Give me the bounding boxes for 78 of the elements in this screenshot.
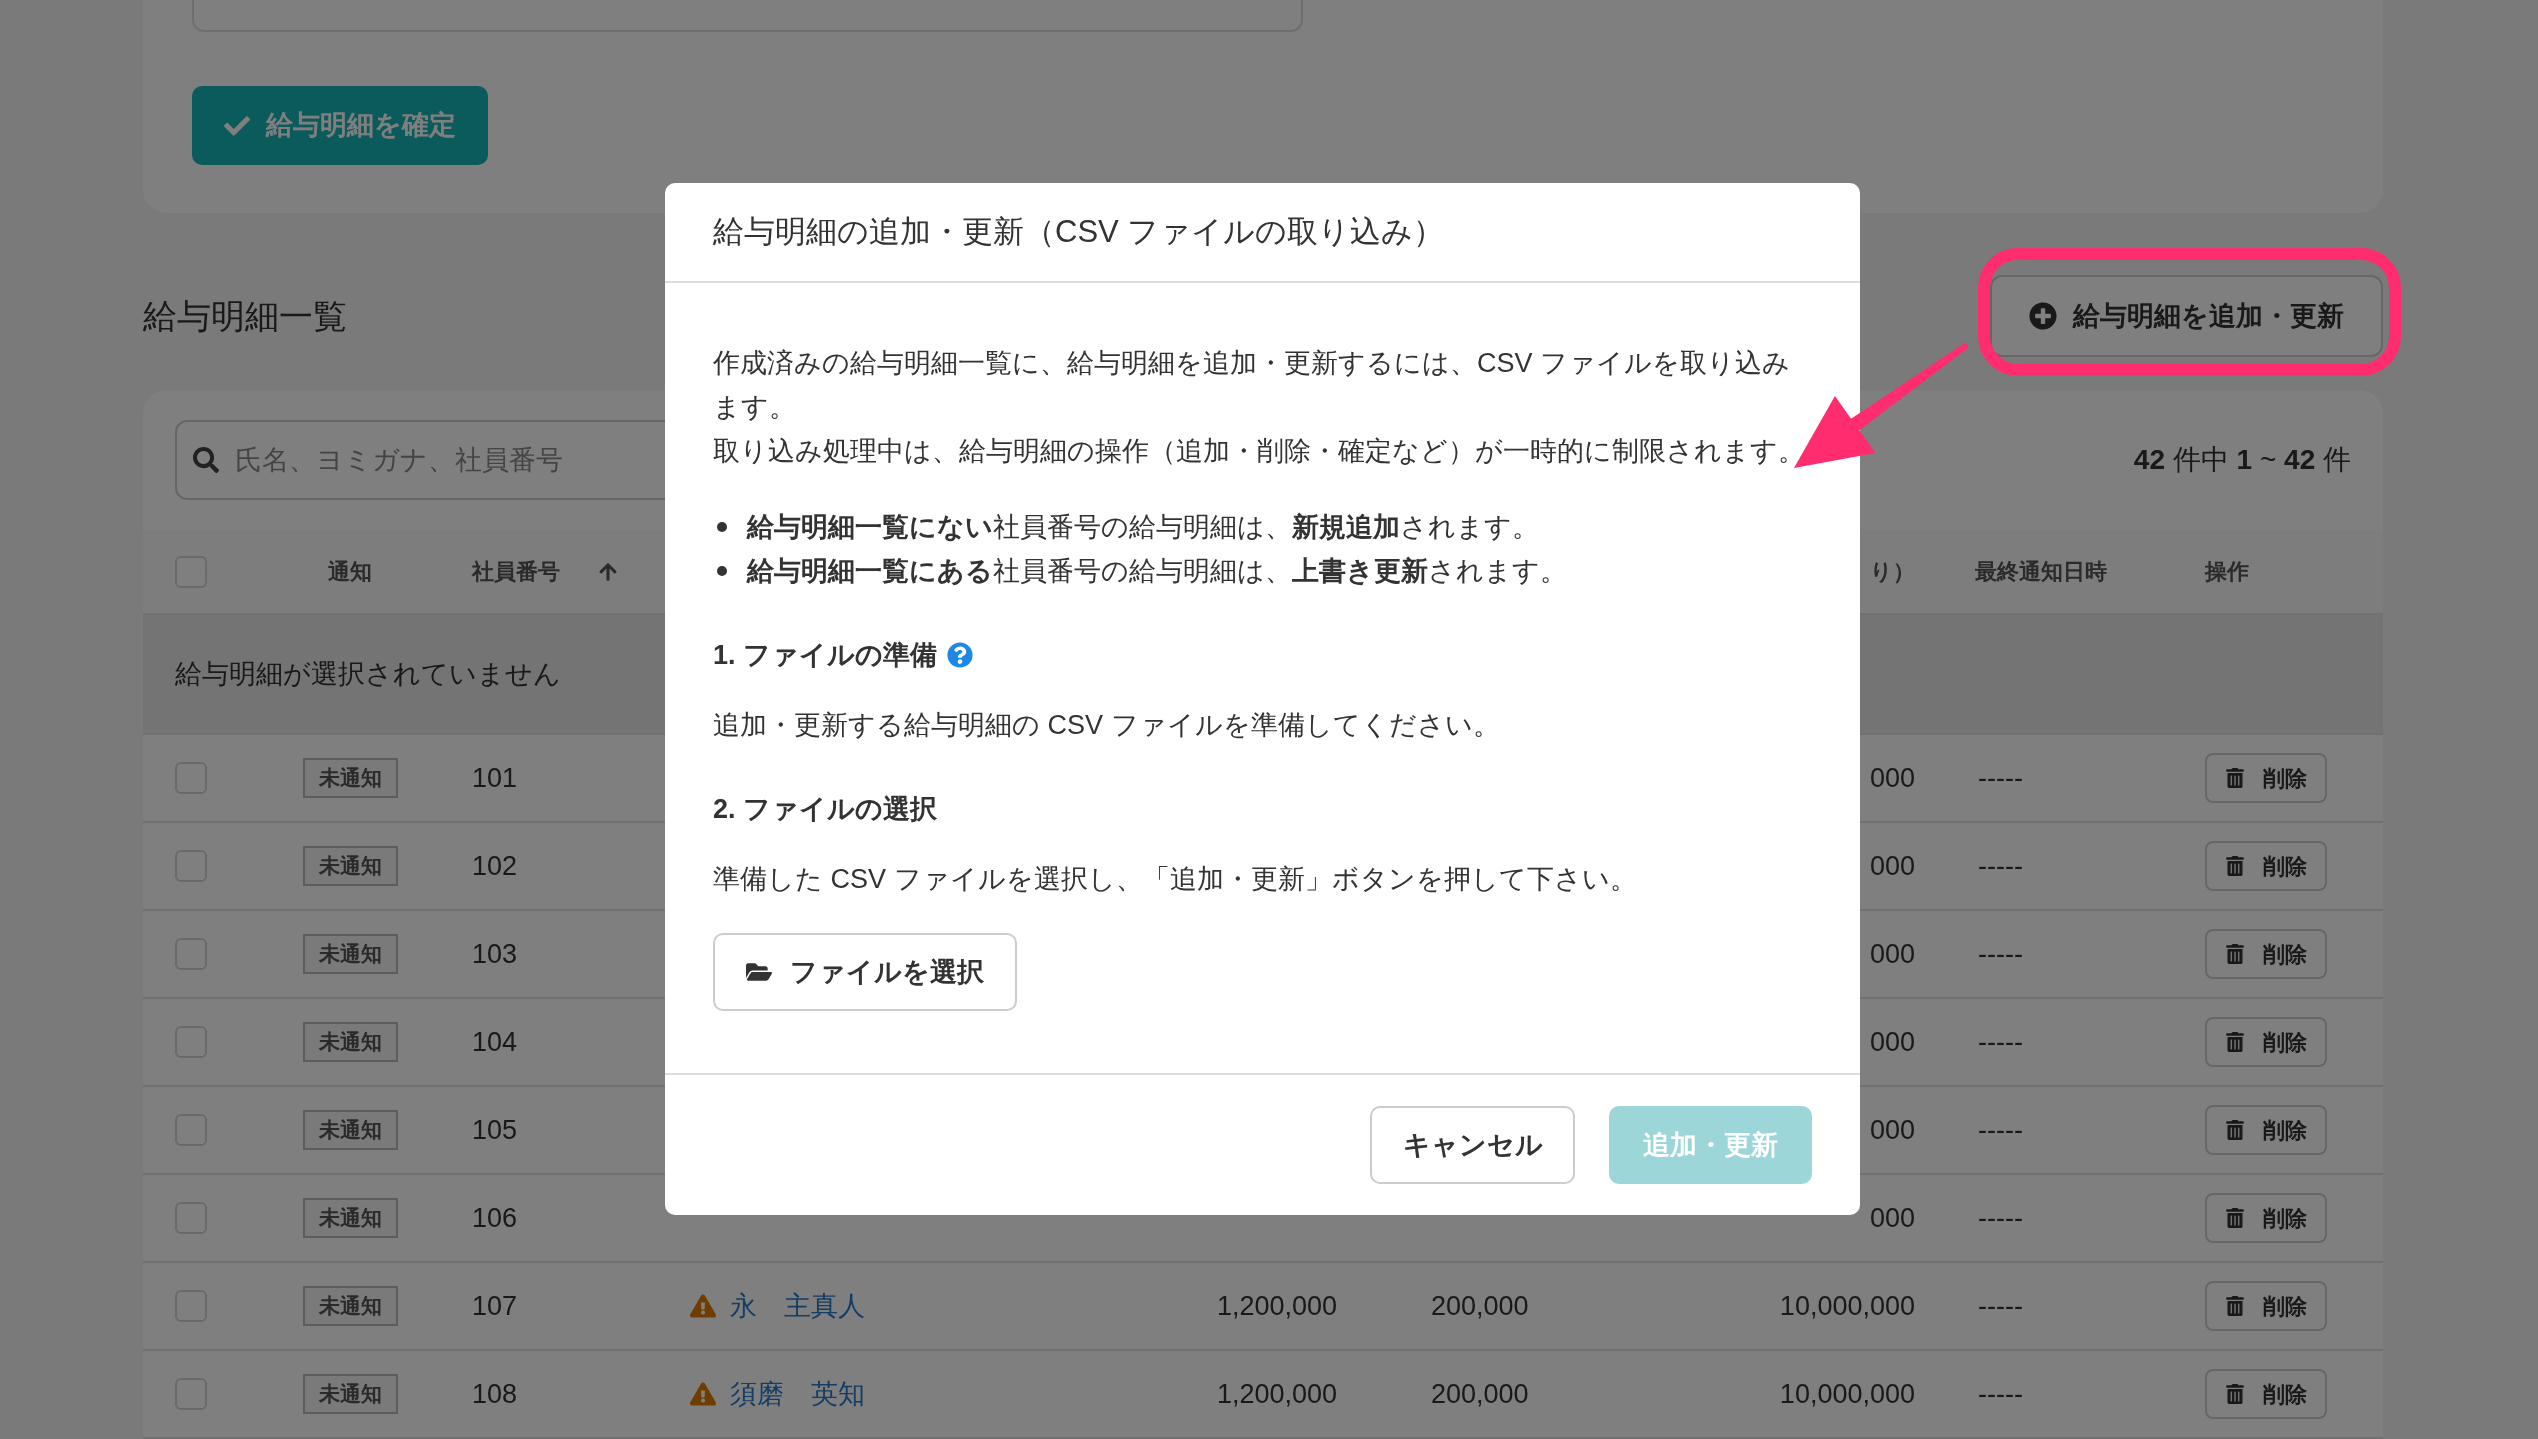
- table-cell-text: 000: [1869, 849, 1915, 883]
- employee-name-link[interactable]: 永 主真人: [730, 1285, 865, 1327]
- last-notified-cell: -----: [1978, 1290, 2023, 1321]
- table-cell: 200,000: [1431, 1290, 1529, 1321]
- sort-ascending-icon[interactable]: [598, 561, 618, 582]
- delete-button[interactable]: 削除: [2205, 1281, 2327, 1331]
- result-count: 42 件中 1 ~ 42 件: [2133, 443, 2351, 477]
- status-badge: 未通知: [302, 1374, 398, 1414]
- delete-button[interactable]: 削除: [2205, 1017, 2327, 1067]
- trash-icon: [2225, 1296, 2245, 1316]
- employee-number: 106: [472, 1202, 518, 1233]
- table-cell-text: 1,200,000: [1216, 1377, 1337, 1411]
- table-cell-text: 10,000,000: [1779, 1289, 1915, 1323]
- status-badge: 未通知: [302, 934, 398, 974]
- delete-button[interactable]: 削除: [2205, 1193, 2327, 1243]
- employee-number: 108: [472, 1378, 518, 1409]
- employee-number: 107: [472, 1290, 518, 1321]
- choose-file-button[interactable]: ファイルを選択: [713, 933, 1017, 1011]
- table-cell: 200,000: [1431, 1378, 1529, 1409]
- last-notified-cell: -----: [1978, 850, 2023, 881]
- bullet-text: 給与明細一覧にない社員番号の給与明細は、新規追加されます。: [747, 511, 1539, 544]
- search-icon: [193, 447, 219, 473]
- trash-icon: [2225, 1384, 2245, 1404]
- trash-icon: [2225, 1120, 2245, 1140]
- last-notified-cell: -----: [1978, 1114, 2023, 1145]
- table-cell-text: 10,000,000: [1779, 1377, 1915, 1411]
- table-cell-text: 1,200,000: [1216, 1289, 1337, 1323]
- last-notified-cell: -----: [1978, 762, 2023, 793]
- delete-button[interactable]: 削除: [2205, 1369, 2327, 1419]
- bullet-icon: [717, 522, 727, 532]
- employee-number: 105: [472, 1114, 518, 1145]
- bullet-text: 給与明細一覧にある社員番号の給与明細は、上書き更新されます。: [747, 555, 1567, 588]
- add-update-button[interactable]: 給与明細を追加・更新: [1990, 275, 2383, 357]
- last-notified-cell: -----: [1978, 938, 2023, 969]
- column-header: り）: [1870, 558, 1915, 586]
- delete-button[interactable]: 削除: [2205, 753, 2327, 803]
- step-text: 追加・更新する給与明細の CSV ファイルを準備してください。: [713, 709, 1501, 742]
- trash-icon: [2225, 856, 2245, 876]
- trash-icon: [2225, 1032, 2245, 1052]
- column-header: 操作: [2205, 559, 2249, 584]
- table-cell-text: 000: [1869, 761, 1915, 795]
- column-header: 最終通知日時: [1975, 559, 2107, 584]
- section-title: 給与明細一覧: [143, 295, 347, 337]
- status-badge: 未通知: [302, 758, 398, 798]
- status-badge: 未通知: [302, 846, 398, 886]
- status-badge: 未通知: [302, 1110, 398, 1150]
- table-cell-text: 000: [1869, 1201, 1915, 1235]
- delete-button[interactable]: 削除: [2205, 1105, 2327, 1155]
- step-text: 準備した CSV ファイルを選択し、「追加・更新」ボタンを押して下さい。: [713, 863, 1638, 896]
- last-notified-cell: -----: [1978, 1202, 2023, 1233]
- step-heading: 2. ファイルの選択: [713, 793, 938, 826]
- delete-button[interactable]: 削除: [2205, 841, 2327, 891]
- status-badge: 未通知: [302, 1022, 398, 1062]
- employee-name-link[interactable]: 須磨 英知: [730, 1373, 865, 1415]
- employee-number: 102: [472, 850, 518, 881]
- dialog-title: 給与明細の追加・更新（CSV ファイルの取り込み）: [713, 212, 1445, 251]
- trash-icon: [2225, 1208, 2245, 1228]
- employee-number: 101: [472, 762, 518, 793]
- bullet-icon: [717, 566, 727, 576]
- help-icon[interactable]: [947, 642, 974, 668]
- employee-number: 103: [472, 938, 518, 969]
- employee-number: 104: [472, 1026, 518, 1057]
- status-badge: 未通知: [302, 1198, 398, 1238]
- last-notified-cell: -----: [1978, 1378, 2023, 1409]
- cancel-button[interactable]: キャンセル: [1370, 1106, 1575, 1184]
- column-header: 通知: [328, 558, 372, 586]
- trash-icon: [2225, 944, 2245, 964]
- table-cell-text: 000: [1869, 1025, 1915, 1059]
- status-badge: 未通知: [302, 1286, 398, 1326]
- step-heading: 1. ファイルの準備: [713, 639, 938, 672]
- table-cell-text: 000: [1869, 1113, 1915, 1147]
- column-header[interactable]: 社員番号: [472, 555, 560, 588]
- last-notified-cell: -----: [1978, 1026, 2023, 1057]
- selection-message: 給与明細が選択されていません: [175, 657, 561, 691]
- plus-icon: [2029, 302, 2057, 330]
- table-cell-text: 000: [1869, 937, 1915, 971]
- trash-icon: [2225, 768, 2245, 788]
- delete-button[interactable]: 削除: [2205, 929, 2327, 979]
